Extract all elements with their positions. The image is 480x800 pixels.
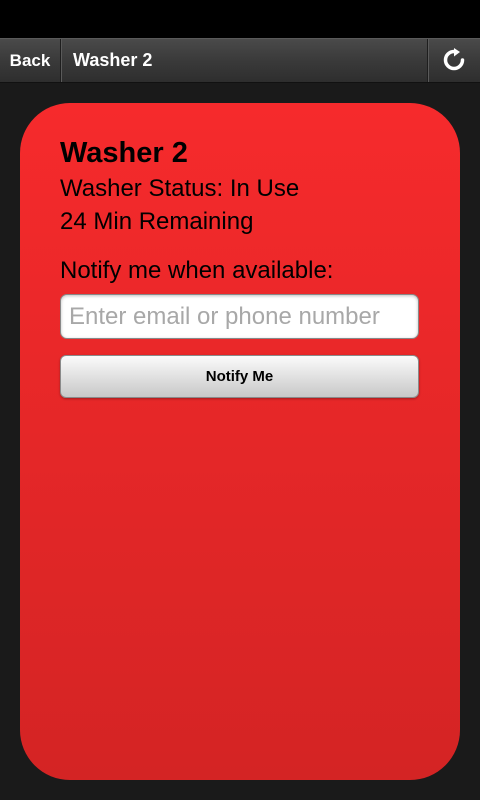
back-button[interactable]: Back	[0, 39, 61, 82]
contact-input[interactable]	[60, 294, 419, 339]
notify-label: Notify me when available:	[60, 257, 334, 284]
status-bar	[0, 0, 480, 38]
washer-card: Washer 2 Washer Status: In Use 24 Min Re…	[20, 103, 460, 780]
washer-status: Washer Status: In Use	[60, 175, 300, 202]
refresh-button[interactable]	[427, 39, 480, 82]
time-remaining: 24 Min Remaining	[60, 208, 254, 235]
nav-bar: Back Washer 2	[0, 38, 480, 83]
notify-me-button[interactable]: Notify Me	[60, 355, 419, 398]
refresh-icon	[443, 48, 465, 71]
page-title: Washer 2	[73, 50, 153, 70]
washer-title: Washer 2	[60, 137, 188, 169]
